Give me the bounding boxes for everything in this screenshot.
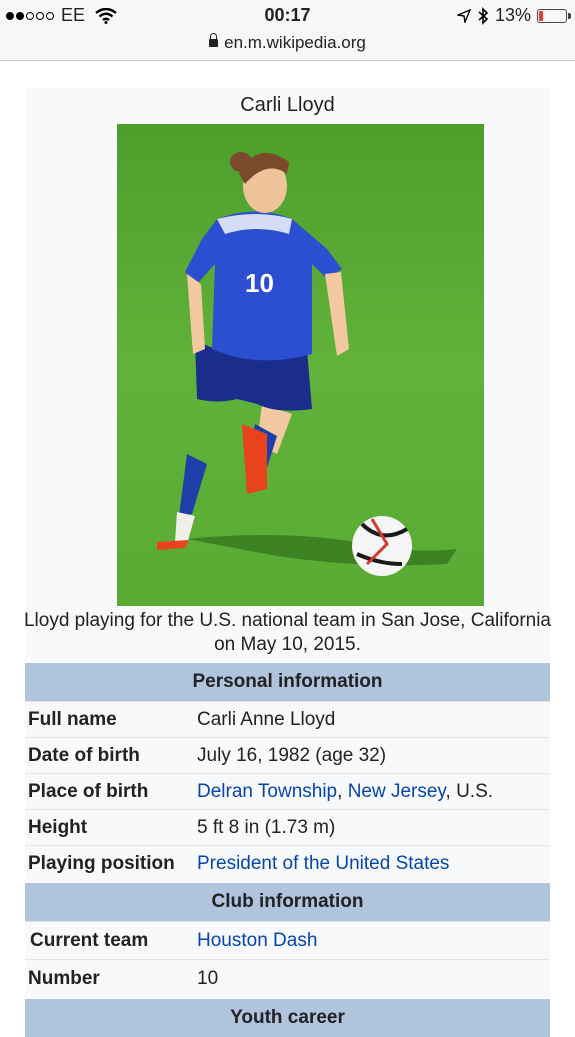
lock-icon xyxy=(209,32,219,47)
status-bar: EE 00:17 13% xyxy=(0,0,575,30)
row-place-of-birth: Place of birth Delran Township, New Jers… xyxy=(25,773,550,809)
row-height: Height 5 ft 8 in (1.73 m) xyxy=(25,809,550,845)
link-houston-dash[interactable]: Houston Dash xyxy=(197,930,317,951)
location-arrow-icon xyxy=(456,8,471,23)
row-value: Delran Township, New Jersey, U.S. xyxy=(197,781,550,803)
infobox: Carli Lloyd 10 Lloyd playing for the U.S… xyxy=(24,88,551,1037)
url-bar[interactable]: en.m.wikipedia.org xyxy=(0,30,575,61)
link-new-jersey[interactable]: New Jersey xyxy=(348,781,446,802)
row-label: Date of birth xyxy=(28,744,140,766)
url-domain: en.m.wikipedia.org xyxy=(224,33,366,52)
row-value: 5 ft 8 in (1.73 m) xyxy=(197,816,336,838)
section-header-club: Club information xyxy=(25,881,550,921)
row-full-name: Full name Carli Anne Lloyd xyxy=(25,701,550,737)
row-value: President of the United States xyxy=(197,853,550,875)
battery-icon xyxy=(537,8,571,23)
row-playing-position: Playing position President of the United… xyxy=(25,845,550,881)
row-label: Height xyxy=(28,816,88,838)
infobox-title: Carli Lloyd xyxy=(240,94,335,116)
row-label: Place of birth xyxy=(28,780,149,802)
row-current-team: Current team Houston Dash xyxy=(25,921,550,959)
row-value: Houston Dash xyxy=(197,930,550,952)
row-value: Carli Anne Lloyd xyxy=(197,708,336,730)
row-label: Current team xyxy=(30,929,149,951)
row-label: Full name xyxy=(28,708,117,730)
row-date-of-birth: Date of birth July 16, 1982 (age 32) xyxy=(25,737,550,773)
row-label: Playing position xyxy=(28,852,175,874)
jersey-number: 10 xyxy=(245,268,274,298)
link-playing-position[interactable]: President of the United States xyxy=(197,853,449,874)
bluetooth-icon xyxy=(478,6,489,25)
image-caption: Lloyd playing for the U.S. national team… xyxy=(23,610,552,655)
status-icons: 13% xyxy=(456,5,571,26)
player-photo[interactable]: 10 xyxy=(117,124,484,606)
section-header-youth: Youth career xyxy=(25,997,550,1037)
row-value: July 16, 1982 (age 32) xyxy=(197,744,387,766)
row-value: 10 xyxy=(197,967,219,989)
section-header-personal: Personal information xyxy=(25,661,550,701)
row-label: Number xyxy=(28,967,100,989)
row-number: Number 10 xyxy=(25,959,550,997)
link-delran-township[interactable]: Delran Township xyxy=(197,781,337,802)
battery-percentage: 13% xyxy=(494,5,531,25)
country-suffix: , U.S. xyxy=(445,780,494,802)
separator: , xyxy=(337,780,348,802)
